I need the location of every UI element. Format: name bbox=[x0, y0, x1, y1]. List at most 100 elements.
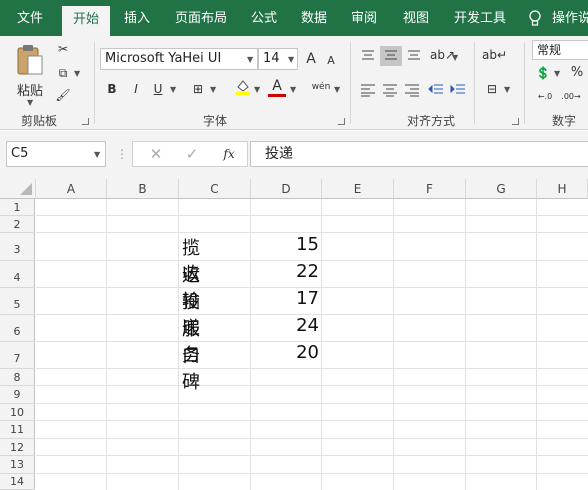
align-bottom-icon[interactable] bbox=[406, 48, 424, 64]
font-name-field[interactable]: Microsoft YaHei UI bbox=[100, 48, 258, 70]
chevron-down-icon[interactable]: ▼ bbox=[334, 85, 340, 94]
dialog-launcher-icon[interactable] bbox=[338, 118, 345, 125]
gridline bbox=[36, 420, 588, 421]
underline-button[interactable]: U bbox=[150, 80, 166, 98]
phonetic-button[interactable]: wén bbox=[310, 78, 332, 96]
wrap-text-icon[interactable]: ab↵ bbox=[482, 46, 507, 64]
row-header[interactable]: 1 bbox=[0, 199, 35, 216]
copy-icon[interactable]: ⧉ bbox=[54, 64, 72, 82]
row-header[interactable]: 6 bbox=[0, 315, 35, 342]
column-header-d[interactable]: D bbox=[251, 179, 322, 199]
row-header[interactable]: 11 bbox=[0, 421, 35, 439]
increase-indent-icon[interactable] bbox=[450, 82, 468, 98]
tab-developer[interactable]: 开发工具 bbox=[448, 0, 512, 36]
gridline bbox=[106, 199, 107, 490]
tab-home[interactable]: 开始 bbox=[62, 6, 110, 36]
row-header[interactable]: 12 bbox=[0, 439, 35, 456]
formula-input[interactable]: 投递 bbox=[250, 141, 588, 167]
borders-icon[interactable]: ⊞ bbox=[190, 80, 206, 98]
cut-icon[interactable]: ✂ bbox=[54, 40, 72, 58]
decrease-decimal-icon[interactable]: .00→ bbox=[560, 88, 582, 106]
formula-bar: C5 ▼ ⋮ ✕ ✓ fx 投递 bbox=[0, 131, 588, 179]
row-header[interactable]: 9 bbox=[0, 386, 35, 404]
dialog-launcher-icon[interactable] bbox=[82, 118, 89, 125]
align-right-icon[interactable] bbox=[404, 82, 422, 98]
column-header-f[interactable]: F bbox=[394, 179, 466, 199]
gridline bbox=[536, 199, 537, 490]
align-center-icon[interactable] bbox=[382, 82, 400, 98]
chevron-down-icon[interactable]: ▼ bbox=[288, 55, 294, 64]
font-color-button[interactable]: A bbox=[268, 78, 286, 97]
shrink-font-button[interactable]: A bbox=[324, 52, 338, 70]
gridline bbox=[321, 199, 322, 490]
chevron-down-icon[interactable]: ▼ bbox=[74, 69, 80, 78]
more-options-icon[interactable]: ⋮ bbox=[116, 145, 128, 163]
tab-file[interactable]: 文件 bbox=[6, 0, 54, 36]
chevron-down-icon: ▼ bbox=[27, 98, 34, 107]
cell-c7[interactable]: 口碑 bbox=[182, 342, 200, 394]
column-header-c[interactable]: C bbox=[179, 179, 251, 199]
chevron-down-icon[interactable]: ▼ bbox=[504, 85, 510, 94]
row-header[interactable]: 2 bbox=[0, 216, 35, 233]
format-painter-icon[interactable]: 🖌 bbox=[54, 86, 72, 104]
chevron-down-icon[interactable]: ▼ bbox=[94, 150, 100, 159]
tab-view[interactable]: 视图 bbox=[396, 0, 436, 36]
chevron-down-icon[interactable]: ▼ bbox=[554, 69, 560, 78]
increase-decimal-icon[interactable]: ←.0 bbox=[534, 88, 556, 106]
column-header-e[interactable]: E bbox=[322, 179, 394, 199]
fill-color-icon[interactable] bbox=[234, 78, 252, 101]
row-header[interactable]: 7 bbox=[0, 342, 35, 369]
chevron-down-icon[interactable]: ▼ bbox=[452, 53, 458, 62]
orientation-icon[interactable]: ab↗ bbox=[430, 46, 455, 64]
percent-button[interactable]: % bbox=[568, 64, 586, 82]
ribbon-tab-bar: 文件 开始 插入 页面布局 公式 数据 审阅 视图 开发工具 操作说 bbox=[0, 0, 588, 36]
paste-button[interactable]: 粘贴 ▼ bbox=[10, 42, 50, 107]
align-left-icon[interactable] bbox=[360, 82, 378, 98]
check-icon[interactable]: ✓ bbox=[184, 145, 200, 163]
name-box[interactable]: C5 bbox=[6, 141, 106, 167]
row-header[interactable]: 4 bbox=[0, 261, 35, 288]
dialog-launcher-icon[interactable] bbox=[512, 118, 519, 125]
cancel-icon[interactable]: ✕ bbox=[148, 145, 164, 163]
cell-d3[interactable]: 15 bbox=[251, 234, 319, 255]
row-header[interactable]: 13 bbox=[0, 456, 35, 474]
cell-d4[interactable]: 22 bbox=[251, 261, 319, 282]
row-header[interactable]: 14 bbox=[0, 474, 35, 490]
chevron-down-icon[interactable]: ▼ bbox=[290, 85, 296, 94]
row-header[interactable]: 5 bbox=[0, 288, 35, 315]
cell-d5[interactable]: 17 bbox=[251, 288, 319, 309]
tab-formulas[interactable]: 公式 bbox=[244, 0, 284, 36]
column-header-g[interactable]: G bbox=[466, 179, 537, 199]
number-format-field[interactable]: 常规 bbox=[532, 40, 588, 60]
column-header-h[interactable]: H bbox=[537, 179, 588, 199]
chevron-down-icon[interactable]: ▼ bbox=[247, 55, 253, 64]
row-header[interactable]: 8 bbox=[0, 369, 35, 386]
gridline bbox=[36, 455, 588, 456]
row-header[interactable]: 10 bbox=[0, 404, 35, 421]
chevron-down-icon[interactable]: ▼ bbox=[254, 85, 260, 94]
accounting-format-icon[interactable]: 💲 bbox=[534, 64, 552, 82]
tab-page-layout[interactable]: 页面布局 bbox=[166, 0, 236, 36]
insert-function-button[interactable]: fx bbox=[220, 145, 238, 163]
tab-review[interactable]: 审阅 bbox=[344, 0, 384, 36]
lightbulb-icon[interactable] bbox=[526, 0, 544, 36]
bold-button[interactable]: B bbox=[104, 80, 120, 98]
cell-d6[interactable]: 24 bbox=[251, 315, 319, 336]
tab-data[interactable]: 数据 bbox=[294, 0, 334, 36]
column-header-b[interactable]: B bbox=[107, 179, 179, 199]
grow-font-button[interactable]: A bbox=[304, 50, 318, 68]
column-header-a[interactable]: A bbox=[36, 179, 107, 199]
align-middle-icon[interactable] bbox=[380, 46, 402, 66]
tell-me-search[interactable]: 操作说 bbox=[552, 0, 588, 36]
merge-center-icon[interactable]: ⊟ bbox=[482, 80, 502, 98]
paste-label: 粘贴 bbox=[16, 84, 43, 99]
italic-button[interactable]: I bbox=[128, 80, 144, 98]
select-all-corner[interactable] bbox=[0, 179, 36, 199]
chevron-down-icon[interactable]: ▼ bbox=[210, 85, 216, 94]
row-header[interactable]: 3 bbox=[0, 233, 35, 261]
cell-d7[interactable]: 20 bbox=[251, 342, 319, 363]
tab-insert[interactable]: 插入 bbox=[114, 0, 160, 36]
chevron-down-icon[interactable]: ▼ bbox=[170, 85, 176, 94]
align-top-icon[interactable] bbox=[360, 48, 378, 64]
decrease-indent-icon[interactable] bbox=[428, 82, 446, 98]
